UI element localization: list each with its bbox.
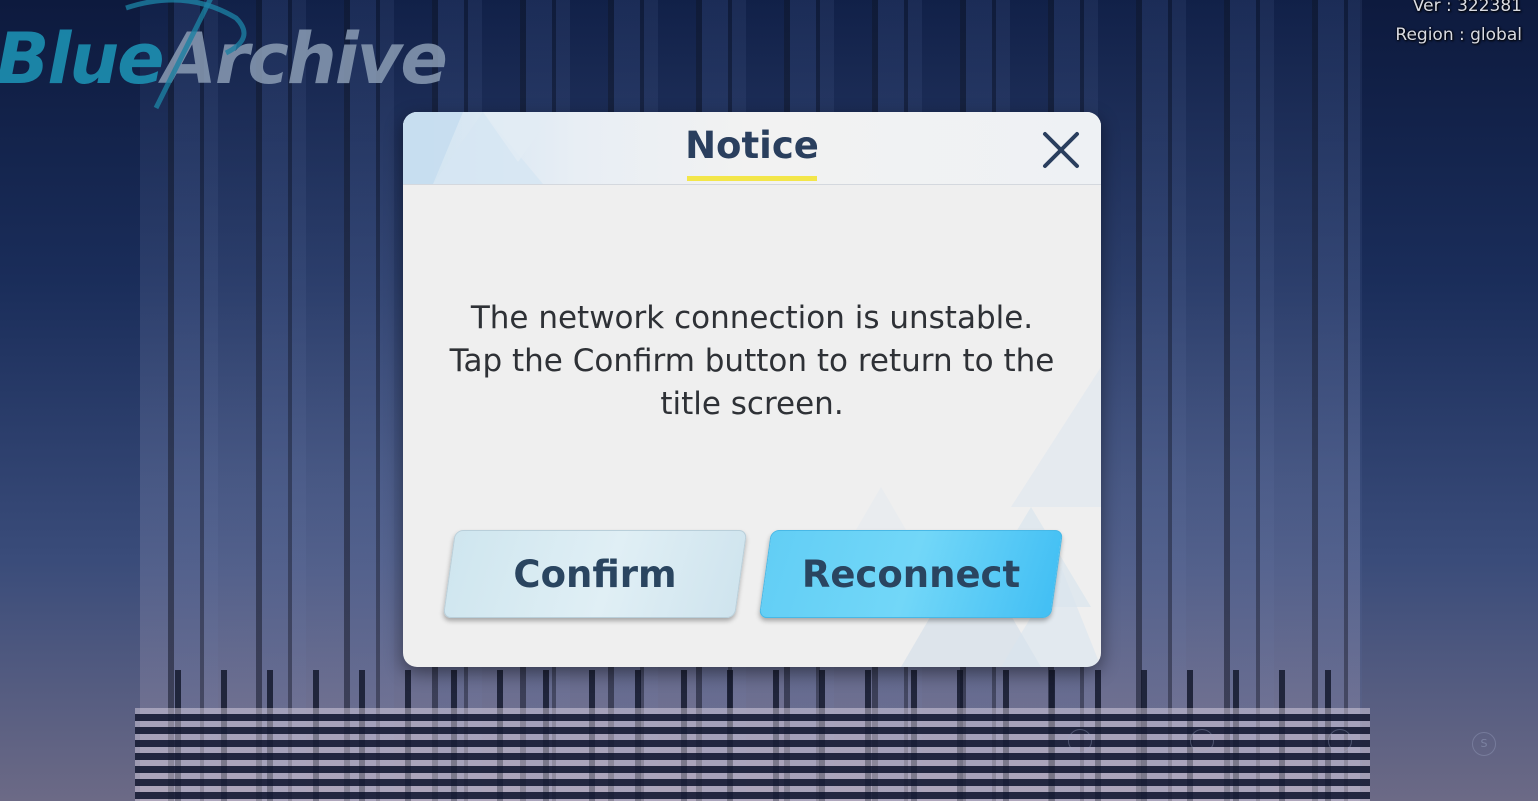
background-glyph-circle — [1190, 729, 1214, 753]
reconnect-button-label: Reconnect — [801, 552, 1021, 596]
version-text: Ver : 322381 — [1412, 0, 1522, 16]
background-glyph-circle — [1328, 729, 1352, 753]
background-glyph-circle — [1068, 729, 1092, 753]
logo-halo-icon — [125, 0, 247, 110]
reconnect-button[interactable]: Reconnect — [758, 530, 1064, 618]
confirm-button-label: Confirm — [513, 552, 677, 596]
notice-dialog: Notice The network connection is unstabl… — [403, 112, 1101, 667]
version-info: Ver : 322381 Region : global — [1395, 0, 1522, 50]
confirm-button[interactable]: Confirm — [442, 530, 748, 618]
background-glyph-s: S — [1472, 732, 1496, 756]
dialog-title: Notice — [685, 124, 819, 167]
close-button[interactable] — [1041, 130, 1081, 170]
close-icon — [1043, 132, 1079, 168]
blue-archive-logo: BlueArchive — [0, 0, 448, 110]
game-screen: S BlueArchive Ver : 322381 Region : glob… — [0, 0, 1538, 801]
message-line: Tap the Confirm button to return to the — [449, 343, 1055, 379]
message-line: title screen. — [660, 386, 844, 422]
message-line: The network connection is unstable. — [470, 300, 1034, 336]
dialog-message: The network connection is unstable. Tap … — [443, 297, 1061, 426]
building-floors — [135, 708, 1370, 801]
region-text: Region : global — [1395, 25, 1522, 45]
title-underline — [687, 176, 817, 181]
